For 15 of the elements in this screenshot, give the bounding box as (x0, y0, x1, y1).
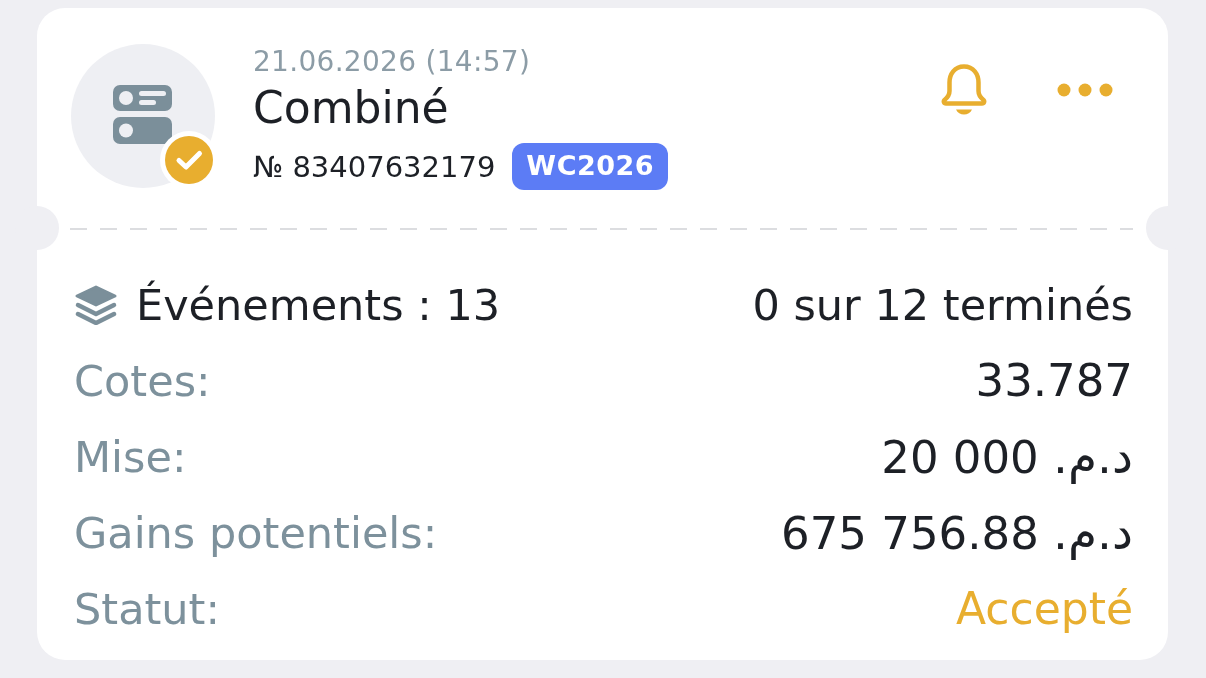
detail-value: 33.787 (975, 354, 1133, 408)
events-count: Événements : 13 (136, 279, 501, 332)
finished-events-text: 0 sur 12 terminés (752, 279, 1133, 332)
detail-label: Mise: (74, 431, 187, 484)
bet-number: № 83407632179 (253, 149, 496, 184)
layers-icon (74, 285, 118, 325)
detail-label: Gains potentiels: (74, 507, 438, 560)
detail-label: Statut: (74, 583, 220, 636)
status-value: Accepté (955, 582, 1133, 636)
bet-type-title: Combiné (253, 83, 450, 133)
more-options-icon[interactable] (1057, 82, 1113, 97)
detail-label: Cotes: (74, 355, 211, 408)
bell-icon[interactable] (941, 63, 987, 116)
promo-tag: WC2026 (512, 143, 669, 190)
bet-date: 21.06.2026 (14:57) (253, 46, 532, 78)
